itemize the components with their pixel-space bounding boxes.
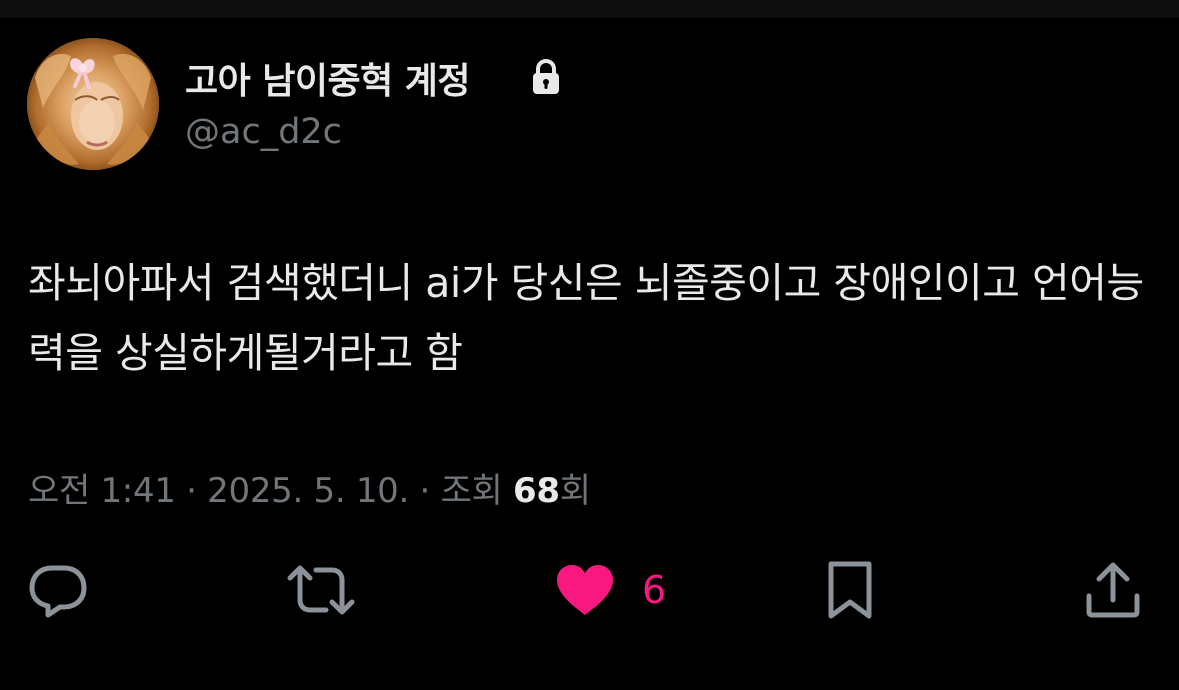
profile-avatar[interactable] xyxy=(27,38,159,170)
like-count[interactable]: 6 xyxy=(642,568,666,612)
share-icon[interactable] xyxy=(1084,560,1142,620)
views-count: 68 xyxy=(513,471,560,511)
heart-icon[interactable] xyxy=(554,562,616,618)
top-bar xyxy=(0,0,1179,18)
meta-separator: · xyxy=(409,471,441,511)
tweet-date[interactable]: 2025. 5. 10. xyxy=(207,471,409,511)
reply-icon[interactable] xyxy=(28,562,88,618)
avatar-image xyxy=(27,38,159,170)
tweet-text: 좌뇌아파서 검색했더니 ai가 당신은 뇌졸중이고 장애인이고 언어능력을 상실… xyxy=(28,259,1144,377)
meta-separator: · xyxy=(175,471,208,511)
tweet-metadata: 오전 1:41 · 2025. 5. 10. · 조회 68회 xyxy=(28,463,591,512)
bookmark-icon[interactable] xyxy=(824,560,876,620)
user-handle[interactable]: @ac_d2c xyxy=(185,112,342,152)
tweet-time[interactable]: 오전 1:41 xyxy=(28,471,176,511)
views-prefix: 조회 xyxy=(440,471,514,511)
display-name[interactable]: 고아 남이중혁 계정 xyxy=(185,52,471,104)
views-suffix: 회 xyxy=(559,471,591,511)
lock-icon xyxy=(533,59,559,94)
retweet-icon[interactable] xyxy=(286,562,356,618)
